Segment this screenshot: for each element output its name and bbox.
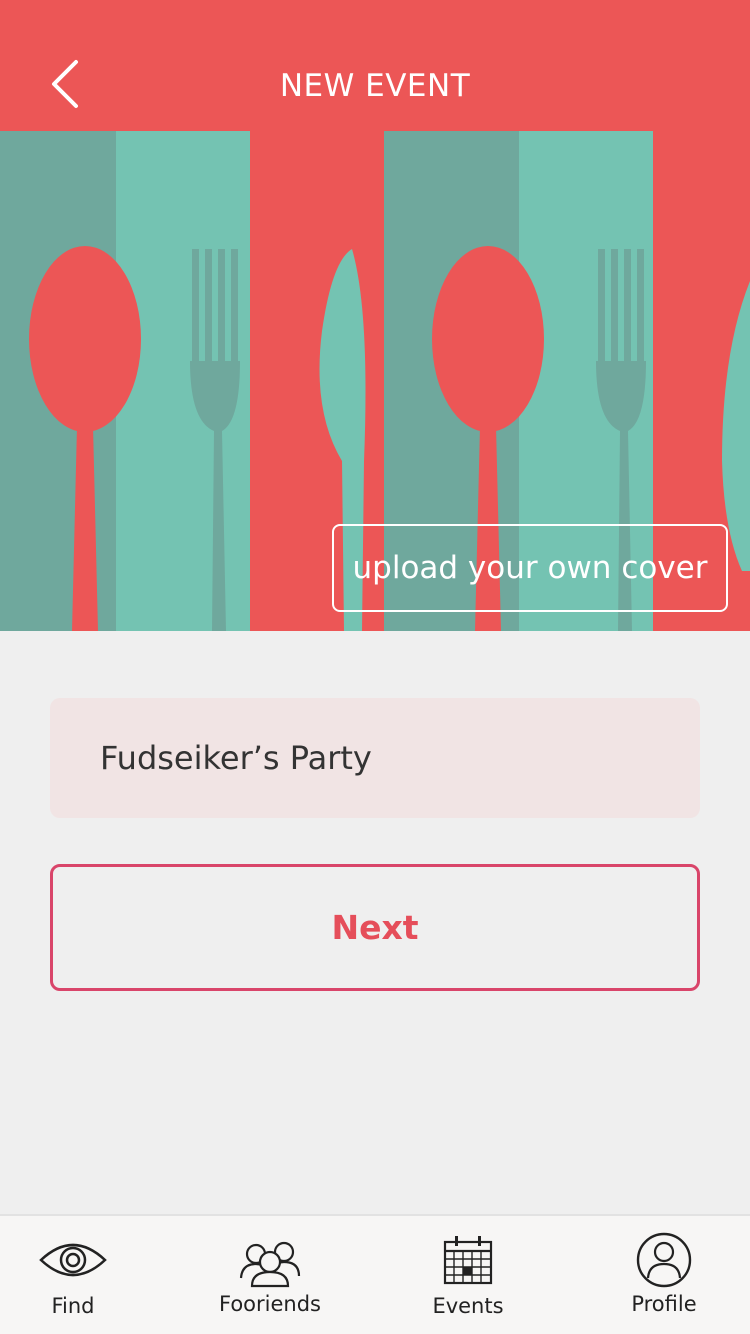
- tab-label: Profile: [631, 1292, 697, 1316]
- tab-profile[interactable]: Profile: [584, 1216, 744, 1334]
- app-header: NEW EVENT: [0, 0, 750, 132]
- tab-events[interactable]: Events: [388, 1216, 548, 1334]
- tab-find[interactable]: Find: [0, 1216, 153, 1334]
- friends-icon: [238, 1238, 302, 1292]
- tab-fooriends[interactable]: Fooriends: [190, 1216, 350, 1334]
- tab-label: Events: [432, 1294, 504, 1318]
- tab-label: Find: [51, 1294, 95, 1318]
- tab-label: Fooriends: [219, 1292, 321, 1316]
- upload-cover-button[interactable]: upload your own cover: [332, 524, 728, 612]
- page-title: NEW EVENT: [279, 68, 471, 104]
- eye-icon: [38, 1236, 108, 1288]
- profile-icon: [636, 1232, 692, 1292]
- event-name-input[interactable]: Fudseiker’s Party: [50, 698, 700, 818]
- next-button[interactable]: Next: [50, 864, 700, 991]
- bottom-tab-bar: Find Fooriends Events Profile: [0, 1214, 750, 1334]
- calendar-icon: [442, 1234, 494, 1290]
